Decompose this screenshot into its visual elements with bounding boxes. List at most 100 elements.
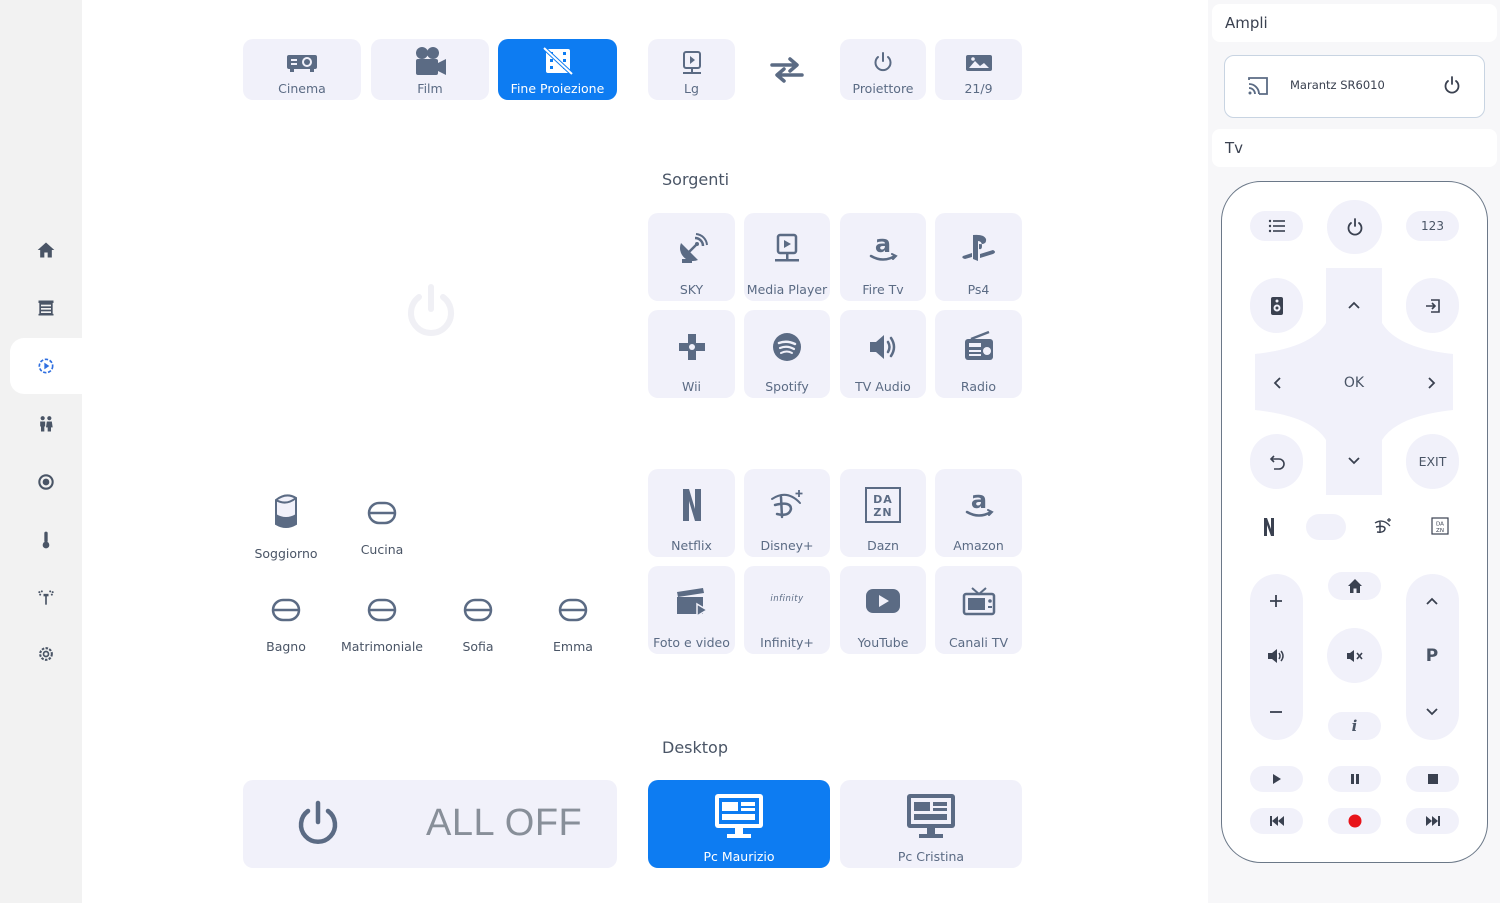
- source-wii-button[interactable]: Wii: [648, 310, 735, 398]
- app-canali-tv-button[interactable]: Canali TV: [935, 566, 1022, 654]
- remote-back-button[interactable]: [1250, 434, 1303, 489]
- source-ps4-label: Ps4: [967, 282, 990, 297]
- ampli-device-card[interactable]: Marantz SR6010: [1224, 55, 1485, 118]
- source-spotify-button[interactable]: Spotify: [744, 310, 830, 398]
- movie-camera-icon: [413, 45, 447, 77]
- remote-mute-button[interactable]: [1327, 628, 1382, 683]
- playstation-icon: [960, 233, 998, 263]
- display-lg-button[interactable]: Lg: [648, 39, 735, 100]
- app-foto-video-label: Foto e video: [653, 635, 730, 650]
- nav-home[interactable]: [10, 222, 82, 278]
- netflix-icon: [681, 487, 703, 523]
- nav-camera[interactable]: [10, 454, 82, 510]
- gear-icon: [39, 647, 53, 661]
- room-soggiorno[interactable]: Soggiorno: [241, 494, 331, 561]
- remote-info-button[interactable]: i: [1328, 712, 1381, 740]
- room-bagno[interactable]: Bagno: [241, 597, 331, 654]
- remote-channel-label: P: [1418, 643, 1446, 669]
- ceiling-speaker-icon: [367, 501, 397, 525]
- remote-netflix-button[interactable]: [1258, 514, 1280, 540]
- nav-media[interactable]: [10, 338, 82, 394]
- remote-pause-button[interactable]: [1328, 766, 1381, 792]
- youtube-icon: [865, 588, 901, 614]
- nav-settings[interactable]: [10, 626, 82, 682]
- remote-record-button[interactable]: [1328, 808, 1381, 834]
- all-off-button[interactable]: ALL OFF: [243, 780, 617, 868]
- remote-numbers-button[interactable]: 123: [1406, 211, 1459, 241]
- switch-arrows-icon[interactable]: [766, 55, 808, 85]
- remote-prev-button[interactable]: [1250, 808, 1303, 834]
- app-youtube-label: YouTube: [857, 635, 909, 650]
- nav-people[interactable]: [10, 396, 82, 452]
- pause-icon: [1350, 774, 1359, 784]
- cast-icon: [1248, 77, 1268, 95]
- source-sky-button[interactable]: SKY: [648, 213, 735, 301]
- film-off-icon: [542, 47, 573, 75]
- app-infinity-button[interactable]: infinity Infinity+: [744, 566, 830, 654]
- source-tv-audio-button[interactable]: TV Audio: [840, 310, 926, 398]
- app-dazn-label: Dazn: [867, 538, 899, 553]
- source-radio-button[interactable]: Radio: [935, 310, 1022, 398]
- room-emma[interactable]: Emma: [528, 597, 618, 654]
- source-wii-label: Wii: [681, 379, 702, 394]
- remote-dazn-button[interactable]: DA ZN: [1428, 513, 1452, 539]
- remote-power-button[interactable]: [1327, 200, 1382, 254]
- remote-exit-button[interactable]: EXIT: [1406, 434, 1459, 489]
- numbers-label: 123: [1421, 219, 1444, 233]
- ok-label: OK: [1343, 375, 1365, 391]
- scene-film-label: Film: [417, 81, 443, 96]
- remote-ch-up-button[interactable]: [1418, 588, 1446, 614]
- remote-vol-down-button[interactable]: [1262, 699, 1290, 725]
- power-icon[interactable]: [1443, 76, 1461, 94]
- remote-next-button[interactable]: [1406, 808, 1459, 834]
- app-netflix-button[interactable]: Netflix: [648, 469, 735, 557]
- source-ps4-button[interactable]: Ps4: [935, 213, 1022, 301]
- remote-blank-button[interactable]: [1306, 514, 1346, 540]
- nav-temperature[interactable]: [10, 512, 82, 568]
- ceiling-speaker-icon: [271, 598, 301, 622]
- aspect-ratio-button[interactable]: 21/9: [935, 39, 1022, 100]
- room-cucina[interactable]: Cucina: [337, 500, 427, 557]
- remote-vol-up-button[interactable]: [1262, 588, 1290, 614]
- app-disney-button[interactable]: Disney+: [744, 469, 830, 557]
- display-proiettore-button[interactable]: Proiettore: [840, 39, 926, 100]
- app-foto-video-button[interactable]: Foto e video: [648, 566, 735, 654]
- app-infinity-label: Infinity+: [760, 635, 814, 650]
- source-fire-tv-button[interactable]: a Fire Tv: [840, 213, 926, 301]
- svg-text:a: a: [970, 487, 986, 514]
- app-dazn-button[interactable]: DA ZN Dazn: [840, 469, 926, 557]
- remote-ch-down-button[interactable]: [1418, 699, 1446, 725]
- pc-maurizio-button[interactable]: Pc Maurizio: [648, 780, 830, 868]
- remote-down-button[interactable]: [1333, 446, 1375, 476]
- nav-irrigation[interactable]: [10, 570, 82, 626]
- scene-film-button[interactable]: Film: [371, 39, 489, 100]
- scene-cinema-button[interactable]: Cinema: [243, 39, 361, 100]
- source-radio-label: Radio: [960, 379, 997, 394]
- remote-ok-button[interactable]: OK: [1333, 368, 1375, 398]
- svg-text:DA: DA: [1436, 522, 1444, 528]
- app-youtube-button[interactable]: YouTube: [840, 566, 926, 654]
- app-amazon-button[interactable]: a Amazon: [935, 469, 1022, 557]
- remote-list-button[interactable]: [1250, 211, 1303, 241]
- room-matrimoniale[interactable]: Matrimoniale: [337, 597, 427, 654]
- radio-icon: [963, 330, 995, 362]
- stop-icon: [1427, 774, 1438, 784]
- minus-icon: [1270, 711, 1282, 713]
- remote-stop-button[interactable]: [1406, 766, 1459, 792]
- remote-left-button[interactable]: [1260, 368, 1294, 398]
- power-large-icon[interactable]: [405, 283, 457, 339]
- remote-right-button[interactable]: [1415, 368, 1449, 398]
- scene-fine-proiezione-button[interactable]: Fine Proiezione: [498, 39, 617, 100]
- pc-cristina-button[interactable]: Pc Cristina: [840, 780, 1022, 868]
- remote-play-button[interactable]: [1250, 766, 1303, 792]
- remote-disney-button[interactable]: [1371, 513, 1395, 539]
- nav-blinds[interactable]: [10, 280, 82, 336]
- source-sky-label: SKY: [679, 282, 704, 297]
- room-sofia[interactable]: Sofia: [433, 597, 523, 654]
- remote-up-button[interactable]: [1333, 290, 1375, 320]
- remote-home-button[interactable]: [1328, 572, 1381, 600]
- source-media-player-button[interactable]: Media Player: [744, 213, 830, 301]
- projector-icon: [286, 51, 318, 73]
- play-icon: [1272, 774, 1281, 784]
- room-cucina-label: Cucina: [360, 542, 404, 557]
